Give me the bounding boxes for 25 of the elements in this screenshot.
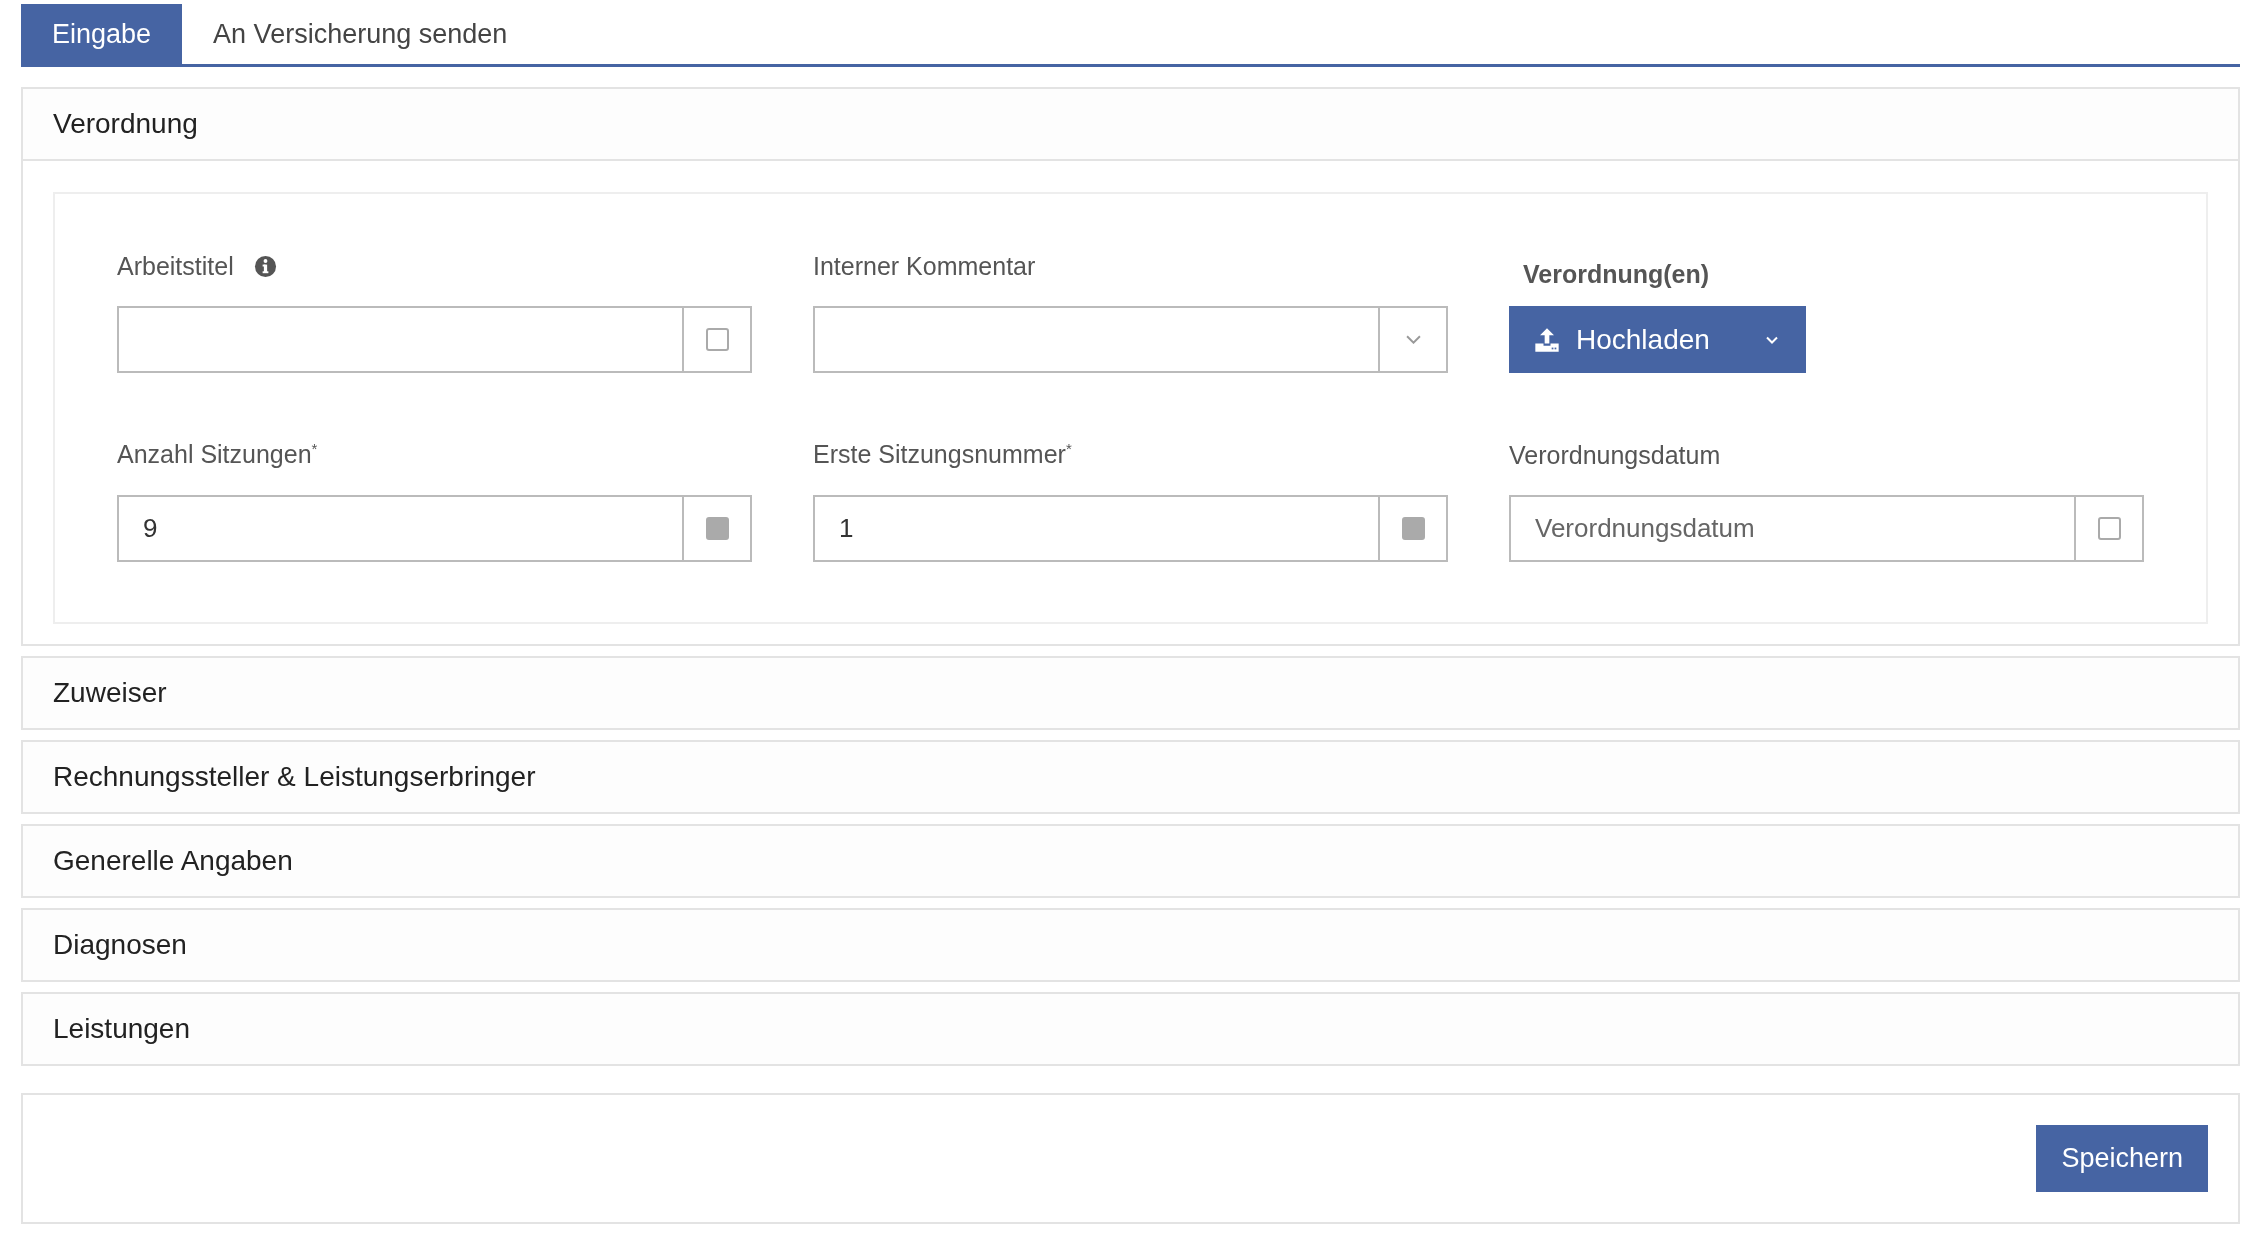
input-field[interactable] bbox=[813, 306, 1380, 373]
tab[interactable]: Eingabe bbox=[21, 4, 183, 64]
dropdown-toggle[interactable] bbox=[1380, 306, 1448, 373]
field-label: Arbeitstitel bbox=[117, 251, 234, 281]
field-label: Verordnung(en) bbox=[1523, 259, 1711, 290]
addon-toggle[interactable] bbox=[1380, 495, 1448, 562]
field-label: Interner Kommentar bbox=[813, 251, 1036, 281]
checkbox[interactable] bbox=[705, 517, 729, 540]
addon-toggle[interactable] bbox=[684, 306, 752, 373]
chevron-down-icon bbox=[1405, 335, 1421, 344]
addon-toggle[interactable] bbox=[684, 495, 752, 562]
checkbox[interactable] bbox=[2097, 517, 2121, 540]
input-field[interactable]: 9 bbox=[117, 495, 684, 562]
checkbox[interactable] bbox=[705, 328, 729, 351]
tab[interactable]: An Versicherung senden bbox=[182, 4, 539, 64]
field-label: Verordnungsdatum bbox=[1509, 440, 1721, 470]
field-label: Anzahl Sitzungen$^{*}$ bbox=[117, 440, 318, 470]
input-field[interactable]: Verordnungsdatum bbox=[1509, 495, 2076, 562]
input-field[interactable] bbox=[117, 306, 684, 373]
save-button[interactable]: Speichern bbox=[2036, 1125, 2208, 1192]
checkbox[interactable] bbox=[1401, 517, 1425, 540]
field-label: Erste Sitzungsnummer$^{*}$ bbox=[813, 440, 1072, 470]
input-field[interactable]: 1 bbox=[813, 495, 1380, 562]
upload-button[interactable]: Hochladen bbox=[1509, 306, 1806, 373]
addon-toggle[interactable] bbox=[2076, 495, 2144, 562]
